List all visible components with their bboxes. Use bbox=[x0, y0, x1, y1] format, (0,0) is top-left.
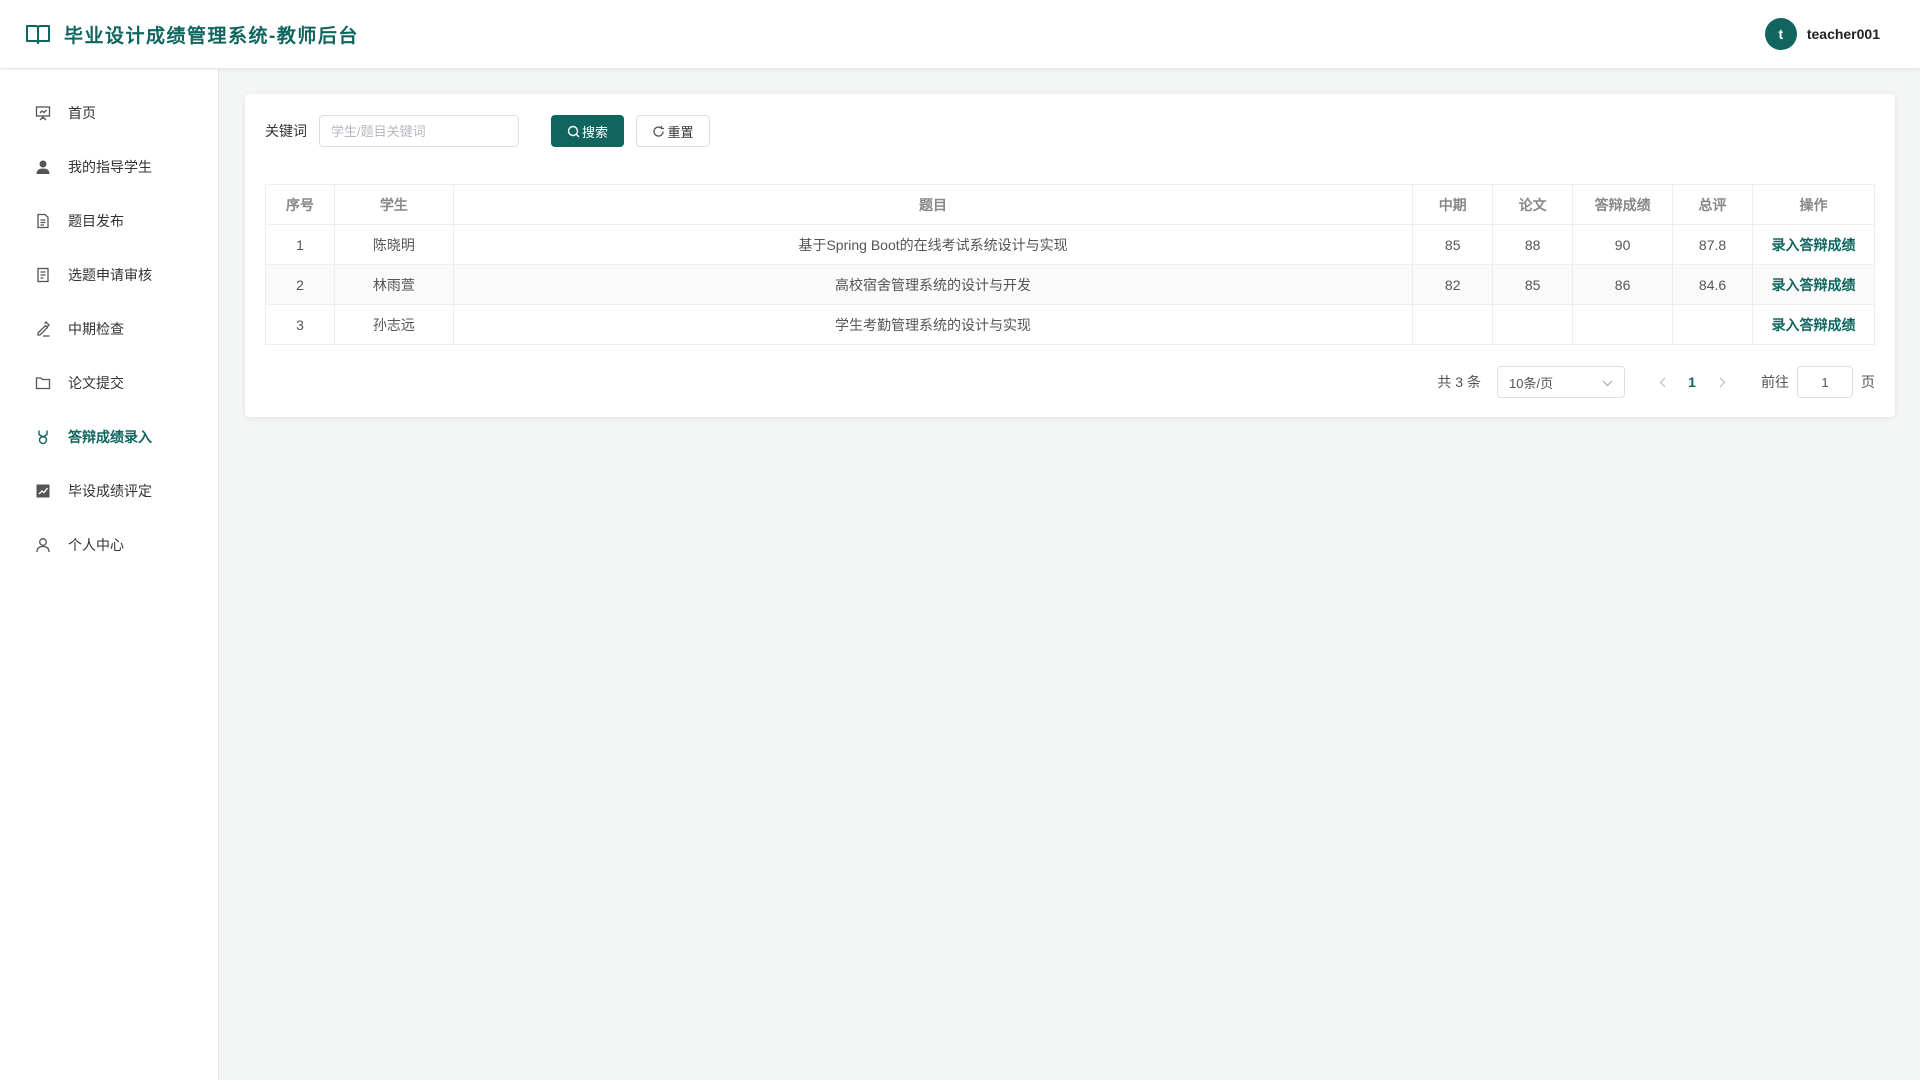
presentation-icon bbox=[34, 104, 52, 122]
table-row: 3 孙志远 学生考勤管理系统的设计与实现 录入答辩成绩 bbox=[265, 304, 1875, 345]
cell-thesis: 88 bbox=[1492, 224, 1574, 265]
sidebar-item-midterm-check[interactable]: 中期检查 bbox=[0, 302, 218, 356]
column-header-midterm: 中期 bbox=[1412, 184, 1494, 225]
sidebar-item-topic-review[interactable]: 选题申请审核 bbox=[0, 248, 218, 302]
column-header-index: 序号 bbox=[265, 184, 335, 225]
cell-topic: 高校宿舍管理系统的设计与开发 bbox=[452, 264, 1414, 305]
sidebar-item-label: 毕设成绩评定 bbox=[68, 483, 152, 499]
app-title: 毕业设计成绩管理系统-教师后台 bbox=[64, 25, 359, 47]
sidebar-item-final-evaluation[interactable]: 毕设成绩评定 bbox=[0, 464, 218, 518]
username[interactable]: teacher001 bbox=[1807, 26, 1880, 42]
table-row: 2 林雨萱 高校宿舍管理系统的设计与开发 82 85 86 84.6 录入答辩成… bbox=[265, 264, 1875, 305]
cell-thesis: 85 bbox=[1492, 264, 1574, 305]
cell-defense: 86 bbox=[1572, 264, 1674, 305]
sidebar-item-label: 中期检查 bbox=[68, 321, 124, 337]
column-header-defense: 答辩成绩 bbox=[1572, 184, 1674, 225]
top-header: 毕业设计成绩管理系统-教师后台 t teacher001 bbox=[0, 0, 1920, 69]
pagination: 共 3 条 10条/页 1 前往 页 bbox=[1437, 366, 1875, 398]
cell-defense bbox=[1572, 304, 1674, 345]
sidebar-item-label: 个人中心 bbox=[68, 537, 124, 553]
medal-icon bbox=[34, 428, 52, 446]
chart-icon bbox=[34, 482, 52, 500]
prev-page-icon[interactable] bbox=[1647, 377, 1677, 388]
sidebar-item-label: 论文提交 bbox=[68, 375, 124, 391]
refresh-icon bbox=[652, 125, 665, 138]
cell-action: 录入答辩成绩 bbox=[1752, 264, 1875, 305]
user-icon bbox=[34, 158, 52, 176]
page-number[interactable]: 1 bbox=[1677, 374, 1707, 390]
search-bar: 关键词 搜索 重置 bbox=[265, 115, 710, 147]
sidebar-item-thesis-submit[interactable]: 论文提交 bbox=[0, 356, 218, 410]
cell-index: 1 bbox=[265, 224, 335, 265]
reset-button[interactable]: 重置 bbox=[636, 115, 710, 147]
sidebar-item-label: 我的指导学生 bbox=[68, 159, 152, 175]
cell-total: 84.6 bbox=[1672, 264, 1754, 305]
cell-topic: 基于Spring Boot的在线考试系统设计与实现 bbox=[452, 224, 1414, 265]
keyword-label: 关键词 bbox=[265, 123, 307, 139]
column-header-total: 总评 bbox=[1672, 184, 1754, 225]
search-button[interactable]: 搜索 bbox=[551, 115, 624, 147]
edit-pen-icon bbox=[34, 320, 52, 338]
table-header-row: 序号 学生 题目 中期 论文 答辩成绩 总评 操作 bbox=[265, 184, 1875, 225]
sidebar-item-label: 选题申请审核 bbox=[68, 267, 152, 283]
enter-defense-score-link[interactable]: 录入答辩成绩 bbox=[1772, 317, 1856, 333]
folder-icon bbox=[34, 374, 52, 392]
goto-page-input[interactable] bbox=[1797, 366, 1853, 398]
cell-index: 2 bbox=[265, 264, 335, 305]
cell-student: 陈晓明 bbox=[333, 224, 454, 265]
enter-defense-score-link[interactable]: 录入答辩成绩 bbox=[1772, 237, 1856, 253]
sidebar-item-label: 首页 bbox=[68, 105, 96, 121]
sidebar: 首页 我的指导学生 题目发布 选题申请审核 中期检查 论文提交 答辩成绩录入 毕… bbox=[0, 69, 219, 1080]
cell-defense: 90 bbox=[1572, 224, 1674, 265]
cell-student: 孙志远 bbox=[333, 304, 454, 345]
sidebar-item-defense-score[interactable]: 答辩成绩录入 bbox=[0, 410, 218, 464]
cell-thesis bbox=[1492, 304, 1574, 345]
user-outline-icon bbox=[34, 536, 52, 554]
column-header-thesis: 论文 bbox=[1492, 184, 1574, 225]
chevron-down-icon bbox=[1602, 375, 1613, 390]
cell-total: 87.8 bbox=[1672, 224, 1754, 265]
page-goto: 前往 页 bbox=[1761, 366, 1875, 398]
cell-midterm: 85 bbox=[1412, 224, 1494, 265]
goto-label: 前往 bbox=[1761, 374, 1789, 390]
sidebar-item-label: 题目发布 bbox=[68, 213, 124, 229]
document-list-icon bbox=[34, 266, 52, 284]
keyword-input[interactable] bbox=[319, 115, 519, 147]
reset-button-label: 重置 bbox=[667, 124, 694, 140]
cell-topic: 学生考勤管理系统的设计与实现 bbox=[452, 304, 1414, 345]
enter-defense-score-link[interactable]: 录入答辩成绩 bbox=[1772, 277, 1856, 293]
open-book-icon bbox=[24, 20, 52, 48]
sidebar-item-my-students[interactable]: 我的指导学生 bbox=[0, 140, 218, 194]
defense-score-table: 序号 学生 题目 中期 论文 答辩成绩 总评 操作 1 陈晓明 基于Spring… bbox=[265, 184, 1875, 345]
table-row: 1 陈晓明 基于Spring Boot的在线考试系统设计与实现 85 88 90… bbox=[265, 224, 1875, 265]
cell-action: 录入答辩成绩 bbox=[1752, 224, 1875, 265]
cell-total bbox=[1672, 304, 1754, 345]
page-nav: 1 bbox=[1647, 374, 1737, 390]
cell-action: 录入答辩成绩 bbox=[1752, 304, 1875, 345]
sidebar-item-label: 答辩成绩录入 bbox=[68, 429, 152, 445]
sidebar-item-topic-publish[interactable]: 题目发布 bbox=[0, 194, 218, 248]
search-icon bbox=[567, 125, 580, 138]
page-size-value: 10条/页 bbox=[1509, 375, 1554, 391]
user-menu[interactable]: t teacher001 bbox=[1764, 18, 1880, 50]
search-button-label: 搜索 bbox=[581, 124, 608, 140]
brand: 毕业设计成绩管理系统-教师后台 bbox=[24, 20, 359, 48]
column-header-student: 学生 bbox=[333, 184, 454, 225]
cell-student: 林雨萱 bbox=[333, 264, 454, 305]
cell-index: 3 bbox=[265, 304, 335, 345]
document-icon bbox=[34, 212, 52, 230]
page-size-select[interactable]: 10条/页 bbox=[1497, 366, 1625, 398]
column-header-topic: 题目 bbox=[452, 184, 1414, 225]
cell-midterm: 82 bbox=[1412, 264, 1494, 305]
sidebar-item-home[interactable]: 首页 bbox=[0, 86, 218, 140]
avatar[interactable]: t bbox=[1764, 18, 1797, 50]
total-count: 共 3 条 bbox=[1437, 374, 1481, 390]
page-suffix: 页 bbox=[1861, 374, 1875, 390]
column-header-action: 操作 bbox=[1752, 184, 1875, 225]
next-page-icon[interactable] bbox=[1707, 377, 1737, 388]
content-card: 关键词 搜索 重置 序号 学生 bbox=[245, 94, 1895, 417]
sidebar-item-profile[interactable]: 个人中心 bbox=[0, 518, 218, 572]
cell-midterm bbox=[1412, 304, 1494, 345]
